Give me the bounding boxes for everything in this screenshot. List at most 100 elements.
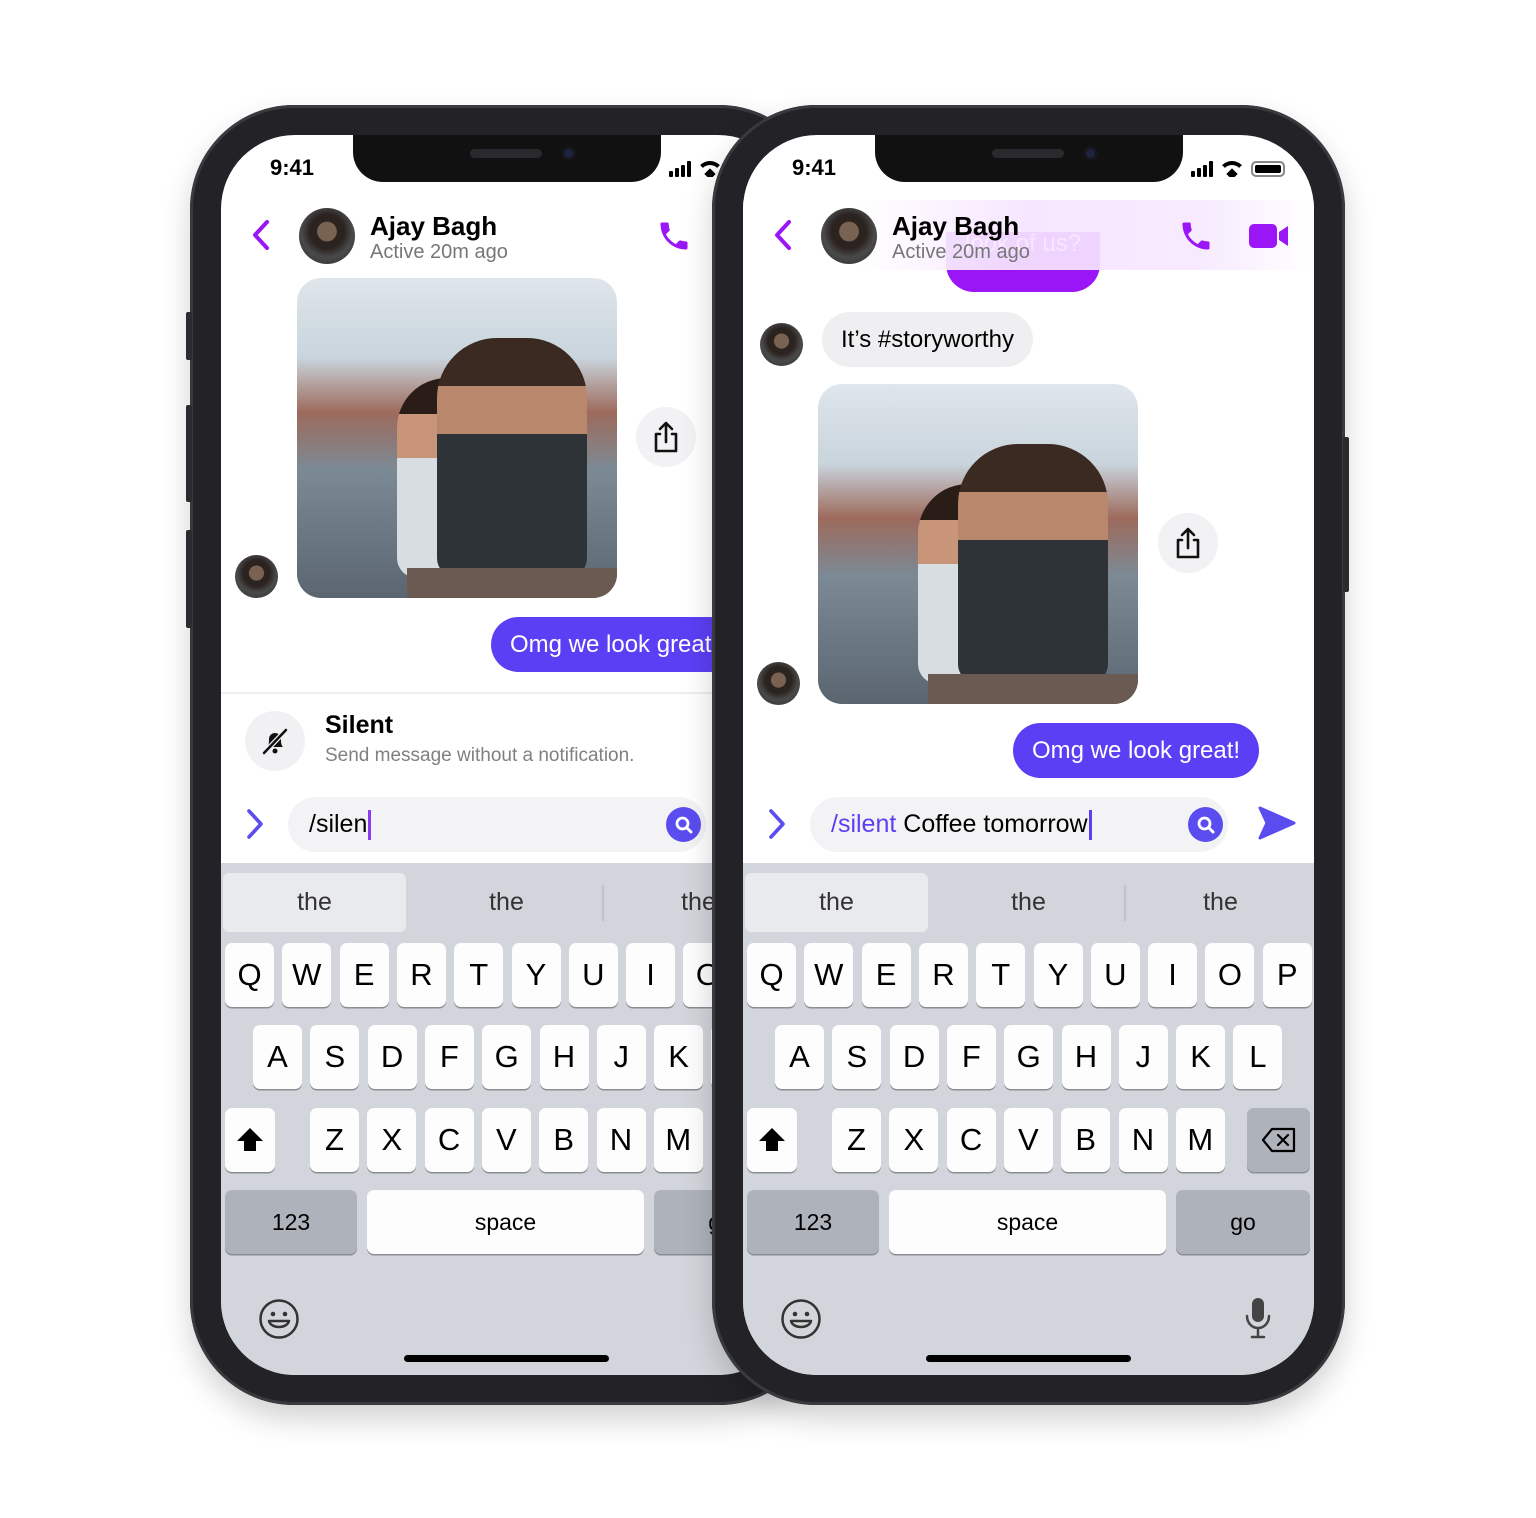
numbers-key[interactable]: 123 [225,1190,357,1254]
message-input[interactable]: /silen [288,797,706,852]
share-icon [654,421,678,453]
suggestion-3[interactable]: the [1129,873,1312,932]
key-m[interactable]: M [1175,1108,1225,1172]
key-y[interactable]: Y [511,943,561,1007]
key-q[interactable]: Q [747,943,796,1007]
key-j[interactable]: J [1118,1025,1168,1089]
key-l[interactable]: L [1233,1025,1283,1089]
sent-message[interactable]: Omg we look great! [491,617,738,672]
key-r[interactable]: R [396,943,446,1007]
key-z[interactable]: Z [832,1108,881,1172]
suggestion-1[interactable]: the [223,873,406,932]
key-g[interactable]: G [1004,1025,1054,1089]
key-h[interactable]: H [1061,1025,1111,1089]
key-g[interactable]: G [482,1025,532,1089]
space-key[interactable]: space [367,1190,644,1254]
key-e[interactable]: E [339,943,389,1007]
suggestion-2[interactable]: the [937,873,1120,932]
key-k[interactable]: K [654,1025,704,1089]
key-w[interactable]: W [282,943,332,1007]
share-button[interactable] [1158,513,1218,573]
key-b[interactable]: B [1061,1108,1111,1172]
key-w[interactable]: W [804,943,854,1007]
key-f[interactable]: F [946,1025,996,1089]
key-a[interactable]: A [775,1025,824,1089]
key-r[interactable]: R [918,943,968,1007]
key-y[interactable]: Y [1033,943,1083,1007]
key-h[interactable]: H [539,1025,589,1089]
command-title[interactable]: Silent [325,711,393,740]
silent-command-icon[interactable] [245,711,305,771]
key-c[interactable]: C [946,1108,996,1172]
avatar[interactable] [299,208,355,264]
shift-key[interactable] [747,1108,797,1172]
status-time: 9:41 [270,155,315,180]
key-q[interactable]: Q [225,943,274,1007]
bell-slash-icon [262,728,288,755]
contact-name[interactable]: Ajay Bagh [892,211,1019,242]
key-f[interactable]: F [424,1025,474,1089]
key-x[interactable]: X [367,1108,417,1172]
key-d[interactable]: D [367,1025,417,1089]
video-camera-icon[interactable] [1248,222,1290,250]
status-icons [1191,159,1285,177]
avatar[interactable] [821,208,877,264]
space-key[interactable]: space [889,1190,1166,1254]
key-i[interactable]: I [626,943,676,1007]
send-button[interactable] [1257,805,1297,841]
phone-right: 9:41 look of us? Ajay Bagh Active 20m ag… [712,105,1349,1405]
key-j[interactable]: J [596,1025,646,1089]
key-u[interactable]: U [1090,943,1140,1007]
key-v[interactable]: V [481,1108,531,1172]
key-n[interactable]: N [1118,1108,1168,1172]
back-chevron-icon[interactable] [769,218,799,252]
backspace-key[interactable] [1247,1108,1310,1172]
suggestion-1[interactable]: the [745,873,928,932]
key-m[interactable]: M [653,1108,703,1172]
shared-photo[interactable] [818,384,1138,704]
key-u[interactable]: U [568,943,618,1007]
phone-icon[interactable] [1178,218,1214,254]
phone-icon[interactable] [656,218,692,254]
wifi-icon [1221,161,1243,177]
key-e[interactable]: E [861,943,911,1007]
message-input[interactable]: /silent Coffee tomorrow [810,797,1228,852]
shared-photo[interactable] [297,278,617,598]
key-t[interactable]: T [976,943,1026,1007]
screen: 9:41 Ajay Bagh Active 20m ago Omg we loo… [221,135,792,1375]
key-t[interactable]: T [454,943,504,1007]
dictation-button[interactable] [1243,1296,1273,1345]
key-d[interactable]: D [889,1025,939,1089]
emoji-button[interactable] [780,1298,822,1345]
search-icon [1197,816,1214,833]
expand-chevron-icon[interactable] [243,807,267,841]
search-button[interactable] [1188,807,1223,842]
key-n[interactable]: N [596,1108,646,1172]
notch [875,135,1183,182]
key-i[interactable]: I [1148,943,1198,1007]
key-c[interactable]: C [424,1108,474,1172]
key-k[interactable]: K [1176,1025,1226,1089]
key-z[interactable]: Z [310,1108,359,1172]
back-chevron-icon[interactable] [247,218,277,252]
suggestion-2[interactable]: the [415,873,598,932]
key-x[interactable]: X [889,1108,939,1172]
shift-key[interactable] [225,1108,275,1172]
key-b[interactable]: B [539,1108,589,1172]
received-message[interactable]: It’s #storyworthy [822,312,1033,367]
expand-chevron-icon[interactable] [765,807,789,841]
key-a[interactable]: A [253,1025,302,1089]
search-button[interactable] [666,807,701,842]
contact-name[interactable]: Ajay Bagh [370,211,497,242]
key-p[interactable]: P [1262,943,1312,1007]
numbers-key[interactable]: 123 [747,1190,879,1254]
emoji-button[interactable] [258,1298,300,1345]
key-o[interactable]: O [1205,943,1255,1007]
share-button[interactable] [636,407,696,467]
key-v[interactable]: V [1003,1108,1053,1172]
key-s[interactable]: S [310,1025,360,1089]
sent-message[interactable]: Omg we look great! [1013,723,1260,778]
screen: 9:41 look of us? Ajay Bagh Active 20m ag… [743,135,1314,1375]
go-key[interactable]: go [1176,1190,1310,1254]
key-s[interactable]: S [832,1025,882,1089]
